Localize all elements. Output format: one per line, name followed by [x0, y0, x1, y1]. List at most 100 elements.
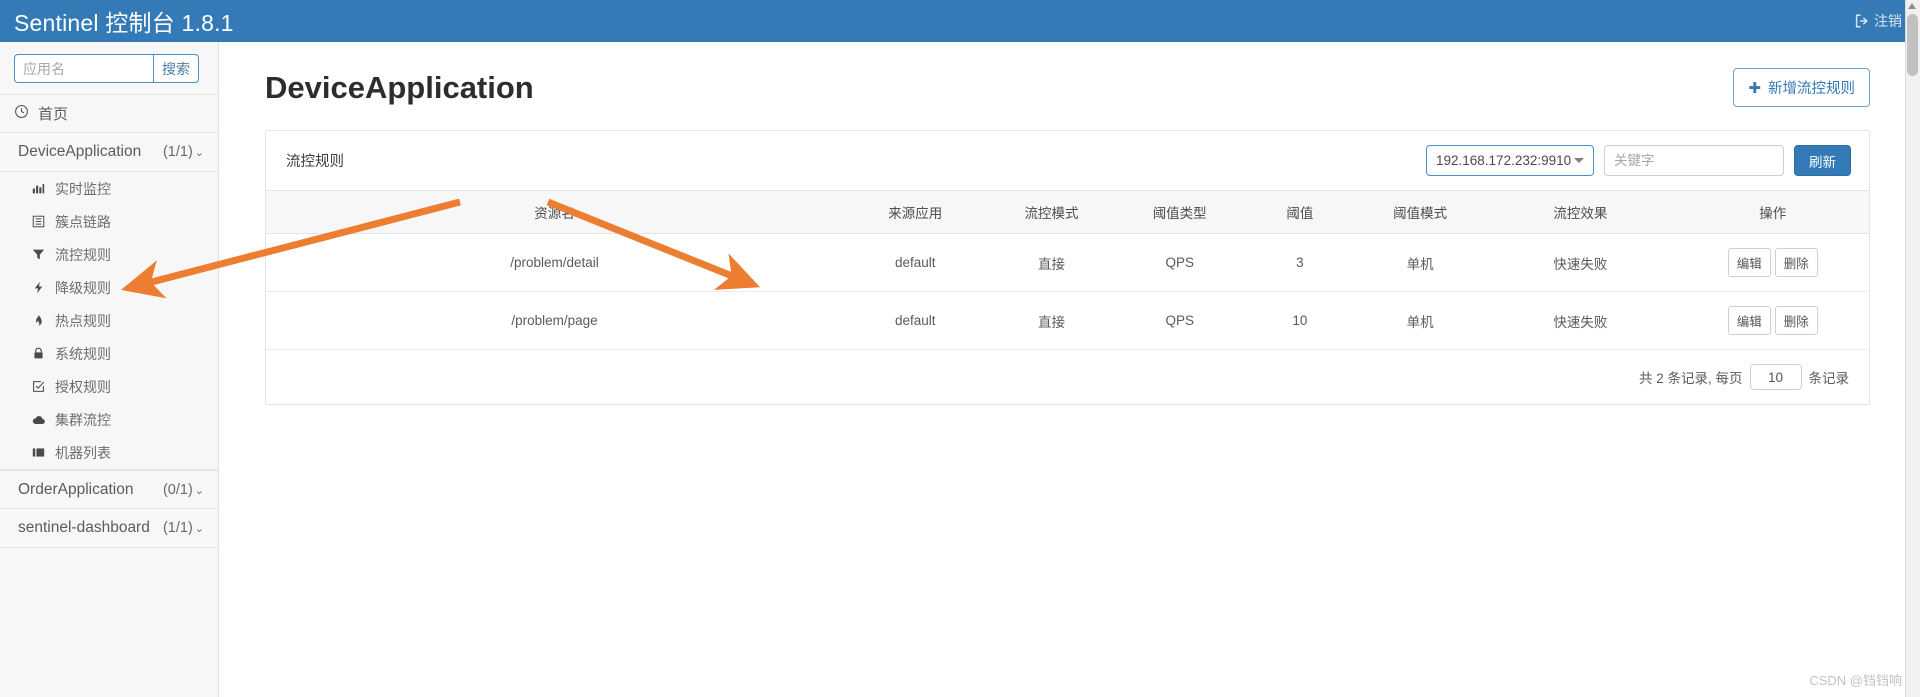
cloud-icon: [31, 413, 46, 427]
sidebar-group-name: DeviceApplication: [18, 143, 142, 160]
cell-origin: default: [843, 233, 988, 292]
sidebar-search-row: 搜索: [0, 42, 218, 94]
page-size-input[interactable]: [1749, 364, 1802, 390]
column-header-effect: 流控效果: [1484, 190, 1677, 234]
table-header: 资源名 来源应用 流控模式 阈值类型 阈值 阈值模式 流控效果 操作: [266, 190, 1869, 234]
cell-effect: 快速失败: [1484, 233, 1677, 292]
sidebar-group-count: (1/1): [162, 144, 193, 160]
lock-icon: [31, 347, 46, 360]
column-header-threshold-type: 阈值类型: [1115, 190, 1244, 234]
cell-threshold-mode: 单机: [1356, 291, 1485, 350]
server-icon: [31, 446, 46, 459]
edit-rule-button[interactable]: 编辑: [1727, 306, 1771, 335]
cell-threshold-type: QPS: [1115, 291, 1244, 350]
page-title: DeviceApplication: [265, 69, 534, 105]
card-tools: 192.168.172.232:9910 刷新: [1426, 145, 1851, 176]
total-records-prefix: 共 2 条记录, 每页: [1638, 371, 1743, 386]
machine-select-value: 192.168.172.232:9910: [1436, 153, 1572, 168]
cell-mode: 直接: [987, 233, 1116, 292]
edit-rule-button[interactable]: 编辑: [1727, 248, 1771, 277]
card-toolbar: 流控规则 192.168.172.232:9910 刷新: [266, 131, 1869, 190]
app-search-button[interactable]: 搜索: [153, 54, 199, 83]
sidebar-item-realtime-monitor[interactable]: 实时监控: [0, 172, 218, 205]
column-header-mode: 流控模式: [987, 190, 1116, 234]
delete-rule-button[interactable]: 删除: [1774, 306, 1818, 335]
scroll-up-arrow-icon[interactable]: [1908, 3, 1916, 9]
app-brand-title: Sentinel 控制台 1.8.1: [14, 10, 234, 36]
main-content: DeviceApplication ✚ 新增流控规则 流控规则 192.168.…: [220, 42, 1920, 697]
plus-icon: ✚: [1748, 79, 1761, 97]
keyword-search-input[interactable]: [1604, 145, 1784, 176]
cell-origin: default: [843, 291, 988, 350]
chevron-down-icon[interactable]: ⌄: [195, 485, 204, 497]
sidebar-item-label: 热点规则: [55, 312, 111, 329]
table-header-row: 资源名 来源应用 流控模式 阈值类型 阈值 阈值模式 流控效果 操作: [266, 190, 1869, 234]
sidebar-item-cluster-flow[interactable]: 集群流控: [0, 403, 218, 436]
sidebar-item-label: 流控规则: [55, 246, 111, 263]
sidebar-item-flow-rules[interactable]: 流控规则: [0, 238, 218, 271]
column-header-operations: 操作: [1676, 190, 1869, 234]
column-header-threshold-mode: 阈值模式: [1356, 190, 1485, 234]
sidebar-item-home[interactable]: 首页: [0, 94, 218, 133]
flow-rules-table: 资源名 来源应用 流控模式 阈值类型 阈值 阈值模式 流控效果 操作 /prob…: [266, 190, 1869, 350]
sidebar-item-label: 簇点链路: [55, 213, 111, 230]
sidebar-item-label: 机器列表: [55, 444, 111, 461]
pagination-footer: 共 2 条记录, 每页 条记录: [266, 350, 1869, 404]
sidebar-item-label: 降级规则: [55, 279, 111, 296]
sidebar-item-label: 授权规则: [55, 378, 111, 395]
cell-mode: 直接: [987, 291, 1116, 350]
cell-effect: 快速失败: [1484, 291, 1677, 350]
sidebar: 搜索 首页 DeviceApplication (1/1)⌄ 实时监控: [0, 42, 219, 697]
sidebar-item-label: 集群流控: [55, 411, 111, 428]
sidebar-item-hotspot-rules[interactable]: 热点规则: [0, 304, 218, 337]
sidebar-item-degrade-rules[interactable]: 降级规则: [0, 271, 218, 304]
bolt-icon: [31, 281, 46, 294]
cell-threshold: 3: [1243, 233, 1357, 292]
sidebar-group-count: (0/1): [162, 481, 193, 498]
table-row: /problem/detail default 直接 QPS 3 单机 快速失败…: [266, 233, 1869, 292]
sidebar-group-count-wrap: (0/1) ⌄: [163, 482, 204, 498]
sidebar-group-sentinel-dashboard[interactable]: sentinel-dashboard (1/1) ⌄: [0, 509, 218, 548]
check-square-icon: [31, 380, 46, 393]
sidebar-group-name: sentinel-dashboard: [18, 519, 150, 536]
chevron-down-icon[interactable]: [1574, 158, 1584, 163]
sidebar-item-cluster-link[interactable]: 簇点链路: [0, 205, 218, 238]
sidebar-item-system-rules[interactable]: 系统规则: [0, 337, 218, 370]
cell-resource: /problem/page: [266, 291, 844, 350]
clock-icon: [14, 104, 29, 123]
sidebar-item-label: 实时监控: [55, 180, 111, 197]
sidebar-group-count-wrap: (1/1) ⌄: [163, 520, 204, 536]
top-header-bar: Sentinel 控制台 1.8.1 注销: [0, 0, 1920, 42]
chevron-down-icon[interactable]: ⌄: [195, 147, 204, 159]
page-scrollbar[interactable]: [1905, 0, 1920, 697]
sidebar-group-count: (1/1): [162, 520, 193, 536]
sidebar-item-label: 系统规则: [55, 345, 111, 362]
machine-select[interactable]: 192.168.172.232:9910: [1426, 145, 1594, 176]
add-flow-rule-button[interactable]: ✚ 新增流控规则: [1733, 68, 1870, 107]
column-header-origin: 来源应用: [843, 190, 988, 234]
sidebar-group-orderapplication[interactable]: OrderApplication (0/1) ⌄: [0, 470, 218, 509]
total-records-suffix: 条记录: [1808, 371, 1850, 386]
add-flow-rule-label: 新增流控规则: [1768, 81, 1855, 97]
column-header-resource: 资源名: [266, 190, 844, 234]
logout-icon: [1854, 13, 1870, 29]
sidebar-group-count-wrap: (1/1) ⌄: [163, 144, 204, 160]
sidebar-group-deviceapplication[interactable]: DeviceApplication (1/1) ⌄: [0, 133, 218, 172]
scrollbar-thumb[interactable]: [1907, 14, 1918, 76]
column-header-threshold: 阈值: [1243, 190, 1357, 234]
page-header: DeviceApplication ✚ 新增流控规则: [220, 42, 1920, 107]
chart-bar-icon: [31, 182, 46, 195]
app-search-input[interactable]: [14, 54, 153, 83]
cell-operations: 编辑 删除: [1676, 233, 1869, 292]
sidebar-item-machine-list[interactable]: 机器列表: [0, 436, 218, 469]
logout-label: 注销: [1874, 13, 1902, 29]
table-body: /problem/detail default 直接 QPS 3 单机 快速失败…: [266, 233, 1869, 350]
filter-icon: [31, 248, 46, 261]
sidebar-item-authority-rules[interactable]: 授权规则: [0, 370, 218, 403]
delete-rule-button[interactable]: 删除: [1774, 248, 1818, 277]
refresh-button[interactable]: 刷新: [1794, 145, 1851, 176]
cell-resource: /problem/detail: [266, 233, 844, 292]
cell-threshold-type: QPS: [1115, 233, 1244, 292]
sidebar-item-home-label: 首页: [38, 106, 69, 123]
chevron-down-icon[interactable]: ⌄: [195, 523, 204, 535]
